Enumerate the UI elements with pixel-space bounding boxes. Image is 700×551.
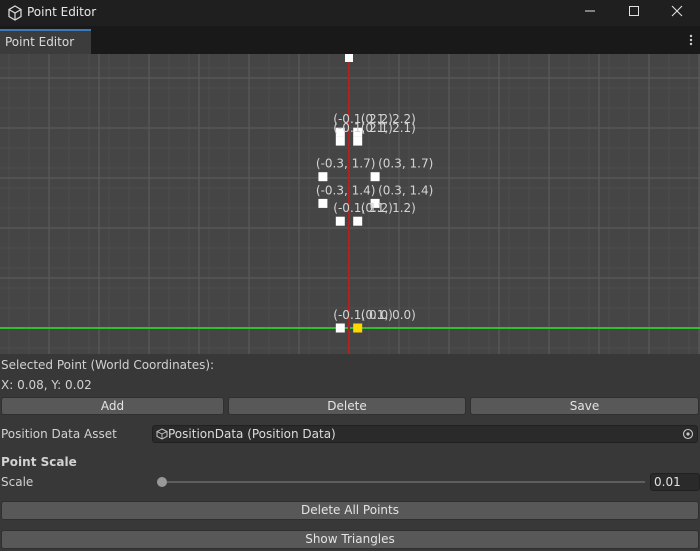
- point[interactable]: [353, 136, 363, 146]
- minimize-button[interactable]: [567, 0, 613, 26]
- close-button[interactable]: [654, 0, 700, 26]
- maximize-button[interactable]: [611, 0, 657, 26]
- point[interactable]: [318, 172, 328, 182]
- show-triangles-button[interactable]: Show Triangles: [1, 530, 699, 549]
- window-title: Point Editor: [27, 5, 97, 19]
- add-button[interactable]: Add: [1, 397, 224, 415]
- scale-label: Scale: [1, 475, 34, 489]
- point[interactable]: [335, 323, 345, 333]
- graph-canvas[interactable]: (-0.1, 2.2) (0.1, 2.2) (-0.1, 2.1) (0.1, 2.…: [0, 54, 700, 354]
- close-icon: [671, 5, 683, 17]
- minimize-icon: [585, 10, 595, 12]
- object-picker-icon[interactable]: [682, 428, 694, 440]
- point[interactable]: [335, 216, 345, 226]
- point-graph[interactable]: (-0.1, 2.2)(0.1, 2.2)(-0.1, 2.1)(0.1, 2.…: [0, 54, 700, 354]
- kebab-menu-icon[interactable]: [689, 34, 693, 46]
- point-label: (0.1, 2.1): [361, 121, 416, 135]
- point-label: (-0.3, 1.7): [316, 157, 376, 171]
- selected-point-heading: Selected Point (World Coordinates):: [1, 358, 215, 372]
- unity-cube-icon: [8, 5, 22, 21]
- point-label: (0.3, 1.7): [378, 157, 433, 171]
- scale-slider-track[interactable]: [157, 481, 645, 483]
- scale-value-field[interactable]: 0.01: [650, 473, 700, 491]
- save-button[interactable]: Save: [470, 397, 699, 415]
- point-label: (0.1, 1.2): [361, 201, 416, 215]
- point-label: (0.3, 1.4): [378, 183, 433, 197]
- point[interactable]: [318, 198, 328, 208]
- selected-point-coords: X: 0.08, Y: 0.02: [1, 378, 92, 392]
- point[interactable]: [353, 216, 363, 226]
- point-label: (-0.3, 1.4): [316, 183, 376, 197]
- tab-point-editor[interactable]: Point Editor: [0, 29, 91, 54]
- position-data-asset-value: PositionData (Position Data): [168, 427, 336, 441]
- tab-label: Point Editor: [5, 35, 75, 49]
- point[interactable]: [370, 172, 380, 182]
- scriptable-object-icon: [156, 428, 168, 440]
- maximize-icon: [629, 6, 639, 16]
- title-bar: Point Editor: [0, 0, 700, 26]
- position-data-asset-label: Position Data Asset: [1, 427, 117, 441]
- tab-bar: Point Editor: [0, 26, 700, 55]
- position-data-asset-field[interactable]: PositionData (Position Data): [152, 425, 698, 443]
- selected-point[interactable]: [353, 323, 363, 333]
- scale-slider-thumb[interactable]: [157, 477, 167, 487]
- delete-button[interactable]: Delete: [228, 397, 466, 415]
- point-scale-heading: Point Scale: [1, 455, 77, 469]
- delete-all-points-button[interactable]: Delete All Points: [1, 501, 699, 520]
- point-label: (0.1, 0.0): [361, 308, 416, 322]
- point[interactable]: [335, 136, 345, 146]
- axis-handle: [345, 54, 353, 62]
